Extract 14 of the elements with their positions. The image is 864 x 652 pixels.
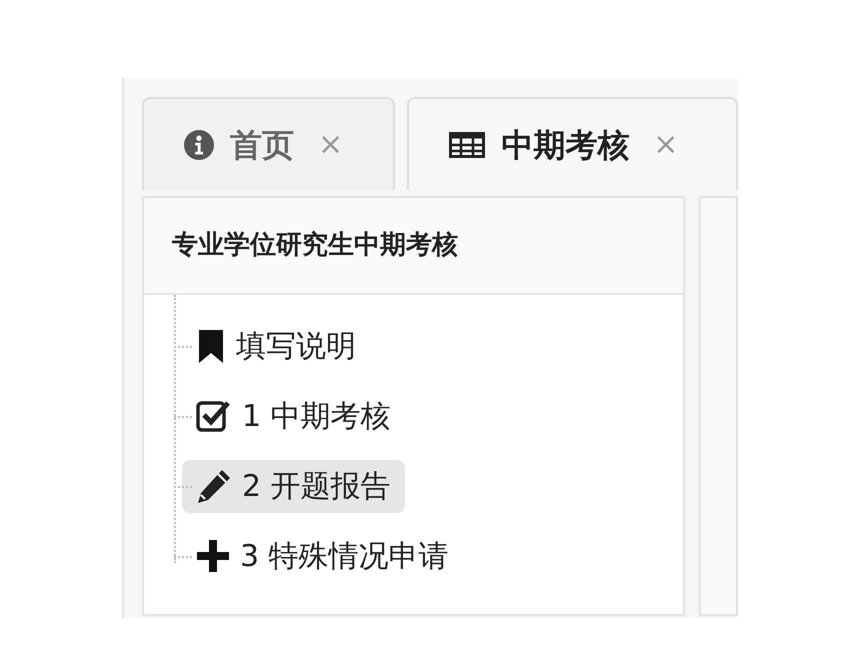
plus-icon bbox=[196, 539, 230, 573]
tree-item[interactable]: 1 中期考核 bbox=[182, 390, 405, 442]
tab[interactable]: 中期考核 × bbox=[407, 97, 738, 190]
tree-item[interactable]: 3 特殊情况申请 bbox=[182, 530, 463, 582]
pencil-icon bbox=[196, 468, 232, 504]
table-icon bbox=[449, 132, 486, 158]
tab-label: 首页 bbox=[230, 124, 294, 166]
info-icon bbox=[184, 130, 214, 160]
tab[interactable]: 首页 × bbox=[142, 97, 396, 190]
panel-title: 专业学位研究生中期考核 bbox=[144, 198, 684, 295]
bookmark-icon bbox=[196, 329, 226, 363]
tab-label: 中期考核 bbox=[501, 124, 630, 166]
tree-item[interactable]: 2 开题报告 bbox=[182, 460, 405, 512]
tree-item[interactable]: 填写说明 bbox=[182, 320, 370, 372]
